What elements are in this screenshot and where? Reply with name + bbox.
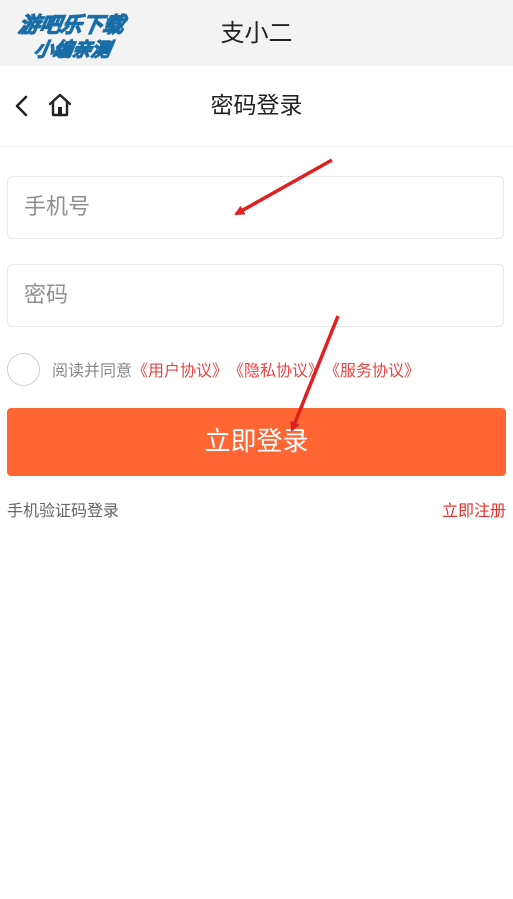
service-agreement-link[interactable]: 《服务协议》	[324, 357, 420, 381]
user-agreement-link[interactable]: 《用户协议》	[132, 357, 228, 381]
phone-input[interactable]	[8, 177, 503, 238]
nav-bar: 密码登录	[0, 66, 513, 147]
app-header: 支小二 游吧乐下载 小编亲测	[0, 0, 513, 66]
sms-login-link[interactable]: 手机验证码登录	[7, 499, 119, 523]
agreement-prefix: 阅读并同意	[52, 361, 133, 380]
page-title: 密码登录	[210, 93, 303, 119]
home-icon[interactable]	[46, 91, 74, 119]
watermark-logo: 游吧乐下载 小编亲测	[16, 12, 129, 62]
watermark-line1: 游吧乐下载	[17, 12, 129, 37]
login-page: 支小二 游吧乐下载 小编亲测 密码登录 阅读并同意 《用户协议》 《隐私协议》	[0, 0, 513, 899]
agreement-checkbox[interactable]	[7, 352, 40, 386]
privacy-agreement-link[interactable]: 《隐私协议》	[228, 357, 324, 381]
agreement-row: 阅读并同意 《用户协议》 《隐私协议》 《服务协议》	[7, 352, 420, 386]
password-field[interactable]	[7, 264, 504, 327]
watermark-line2: 小编亲测	[33, 38, 117, 61]
password-input[interactable]	[8, 265, 503, 326]
register-link[interactable]: 立即注册	[442, 499, 506, 523]
chevron-left-icon[interactable]	[10, 92, 34, 120]
phone-field[interactable]	[7, 176, 504, 239]
login-button[interactable]: 立即登录	[7, 408, 506, 476]
